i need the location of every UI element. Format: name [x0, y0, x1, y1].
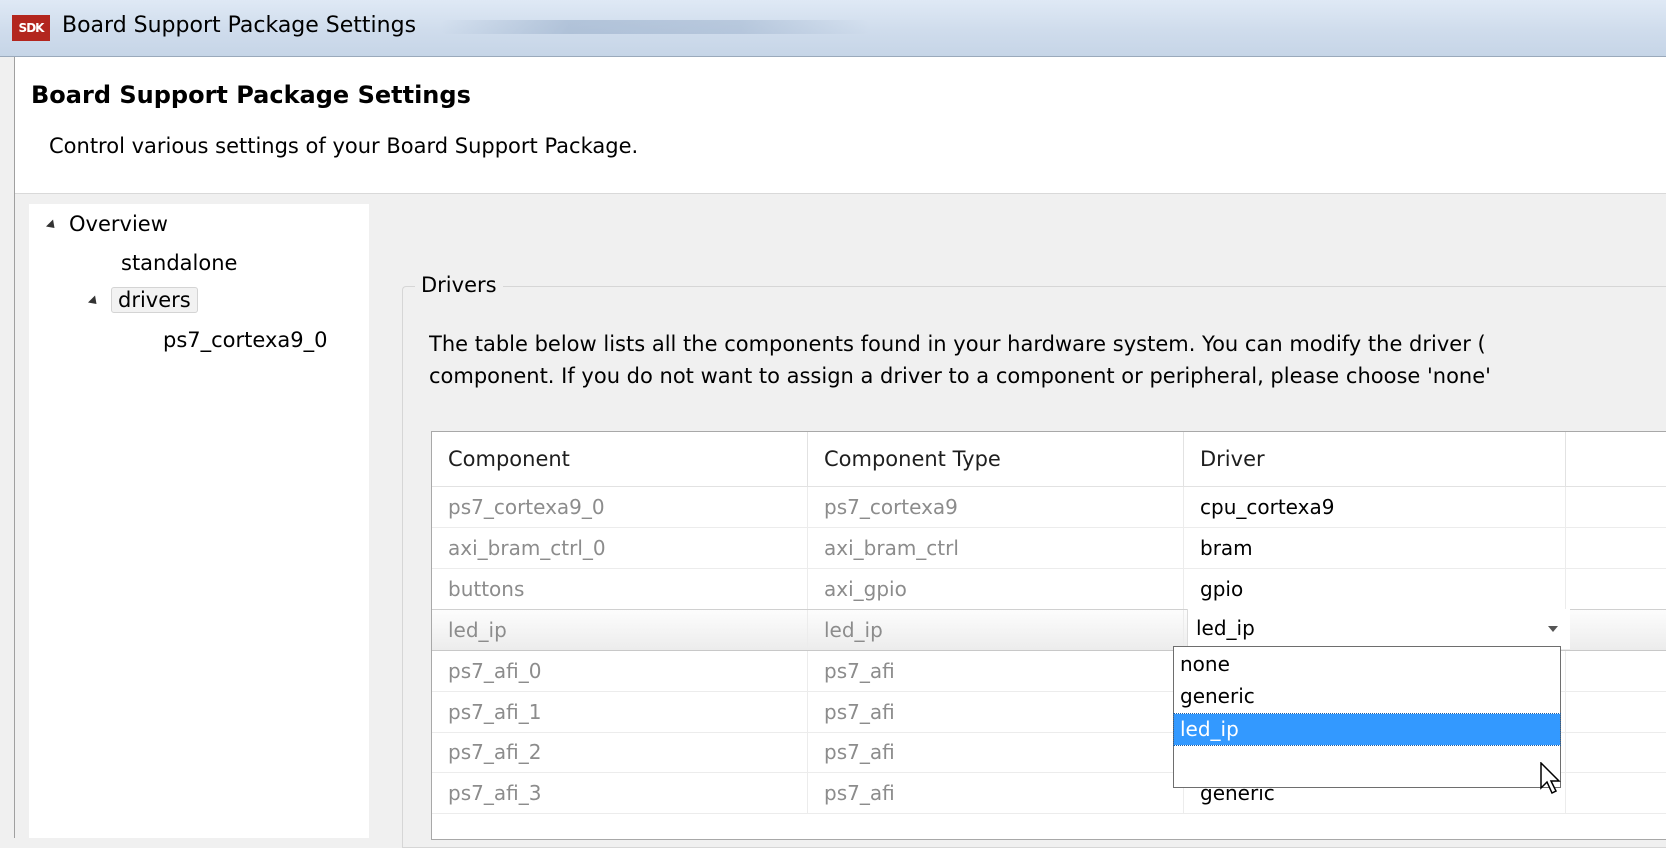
driver-combo-box[interactable]: led_ip [1187, 609, 1570, 649]
cell-component-type: ps7_afi [808, 732, 1184, 772]
page-description: Control various settings of your Board S… [49, 134, 639, 158]
dropdown-option-none[interactable]: none [1174, 649, 1560, 680]
cell-component: led_ip [432, 610, 808, 650]
cell-driver[interactable]: bram [1184, 528, 1566, 568]
drivers-description-line-1: The table below lists all the components… [429, 332, 1486, 356]
mouse-cursor-icon [1540, 762, 1561, 795]
cell-component-type: ps7_afi [808, 651, 1184, 691]
page-title: Board Support Package Settings [31, 81, 471, 109]
cell-component: ps7_cortexa9_0 [432, 487, 808, 527]
window-titlebar: SDK Board Support Package Settings [0, 0, 1666, 57]
drivers-description-line-2: component. If you do not want to assign … [429, 364, 1491, 388]
cell-component-type: ps7_cortexa9 [808, 487, 1184, 527]
cell-component: ps7_afi_2 [432, 732, 808, 772]
cell-component-type: axi_gpio [808, 569, 1184, 609]
sdk-app-icon: SDK [12, 15, 50, 41]
dropdown-option-led-ip[interactable]: led_ip [1173, 713, 1561, 746]
tree-item-standalone[interactable]: standalone [121, 247, 237, 279]
cell-component-type: axi_bram_ctrl [808, 528, 1184, 568]
tree-item-label: Overview [69, 212, 168, 236]
cell-component: ps7_afi_0 [432, 651, 808, 691]
cell-component-type: ps7_afi [808, 773, 1184, 813]
cell-component-type: led_ip [808, 610, 1184, 650]
cell-component-type: ps7_afi [808, 692, 1184, 732]
chevron-down-icon[interactable] [1548, 626, 1558, 632]
tree-item-overview[interactable]: Overview [45, 208, 168, 240]
table-row[interactable]: buttons axi_gpio gpio [432, 569, 1666, 610]
driver-dropdown-list: none generic led_ip [1173, 646, 1561, 788]
drivers-description: The table below lists all the components… [429, 328, 1666, 392]
column-header-component-type[interactable]: Component Type [808, 432, 1184, 486]
column-header-driver[interactable]: Driver [1184, 432, 1566, 486]
cell-driver[interactable]: cpu_cortexa9 [1184, 487, 1566, 527]
tree-item-label: standalone [121, 251, 238, 275]
cell-component: buttons [432, 569, 808, 609]
settings-tree: Overview standalone drivers ps7_cortexa9… [29, 204, 369, 838]
table-row-selected[interactable]: led_ip led_ip led_ip [432, 609, 1666, 651]
tree-expand-arrow-icon[interactable] [45, 218, 59, 232]
tree-item-ps7-cortexa9-0[interactable]: ps7_cortexa9_0 [163, 324, 327, 356]
cell-component: axi_bram_ctrl_0 [432, 528, 808, 568]
tree-item-drivers[interactable]: drivers [87, 284, 198, 316]
dialog-header: Board Support Package Settings Control v… [15, 57, 1666, 194]
table-row[interactable]: ps7_cortexa9_0 ps7_cortexa9 cpu_cortexa9 [432, 487, 1666, 528]
dropdown-option-generic[interactable]: generic [1174, 681, 1560, 712]
tree-item-label: ps7_cortexa9_0 [163, 328, 328, 352]
cell-component: ps7_afi_1 [432, 692, 808, 732]
drivers-group-label: Drivers [415, 273, 503, 297]
titlebar-blurred-text [440, 20, 870, 34]
tree-expand-arrow-icon[interactable] [87, 294, 101, 308]
column-header-component[interactable]: Component [432, 432, 808, 486]
table-header: Component Component Type Driver [432, 432, 1666, 487]
driver-combo-value: led_ip [1196, 616, 1255, 640]
tree-item-label: drivers [111, 287, 198, 313]
table-row[interactable]: axi_bram_ctrl_0 axi_bram_ctrl bram [432, 528, 1666, 569]
cell-component: ps7_afi_3 [432, 773, 808, 813]
cell-driver[interactable]: gpio [1184, 569, 1566, 609]
window-title: Board Support Package Settings [62, 13, 417, 38]
